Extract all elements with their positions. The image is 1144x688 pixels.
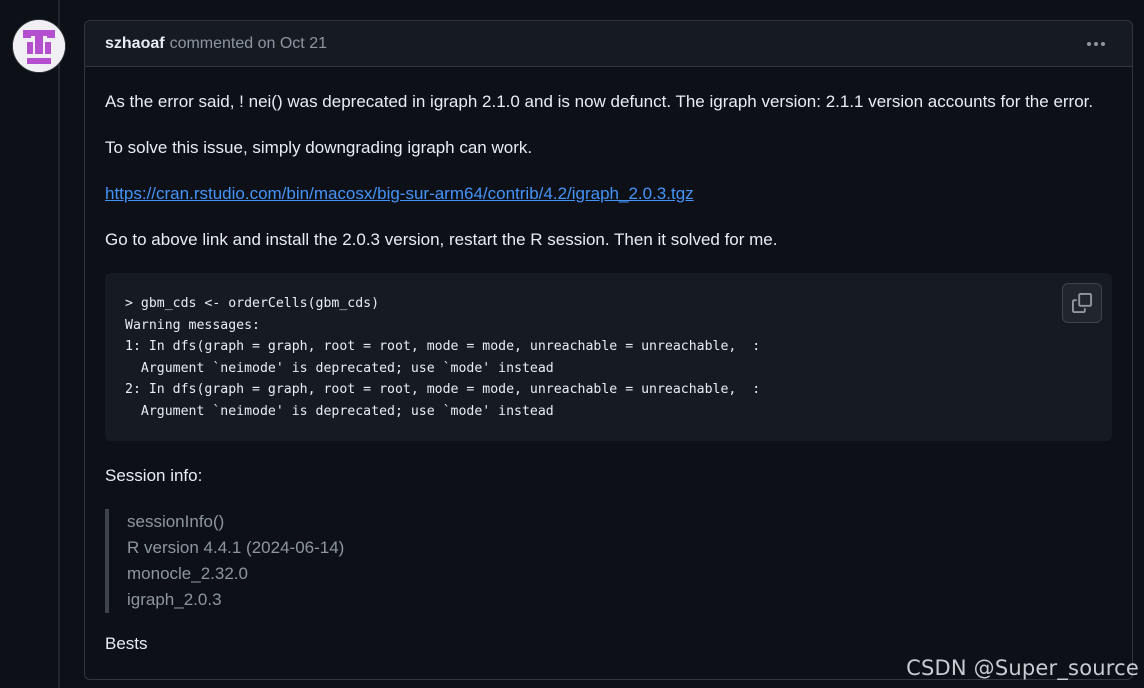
code-line: Argument `neimode' is deprecated; use `m… — [125, 403, 554, 419]
session-info-label: Session info: — [105, 466, 203, 485]
paragraph-link: https://cran.rstudio.com/bin/macosx/big-… — [105, 181, 1112, 207]
author-link[interactable]: szhaoaf — [105, 35, 165, 53]
paragraph-error: As the error said, ! nei() was deprecate… — [105, 92, 1094, 111]
code-line: 2: In dfs(graph = graph, root = root, mo… — [125, 382, 761, 398]
code-line: > gbm_cds <- orderCells(gbm_cds) — [125, 296, 380, 311]
session-info-quote: sessionInfo() R version 4.4.1 (2024-06-1… — [105, 509, 1112, 613]
identicon-avatar-icon — [13, 20, 65, 72]
avatar[interactable] — [13, 20, 65, 72]
paragraph-solution: To solve this issue, simply downgrading … — [105, 138, 533, 157]
comment-body: As the error said, ! nei() was deprecate… — [85, 67, 1132, 657]
kebab-horizontal-icon[interactable] — [1082, 31, 1110, 57]
closing-text: Bests — [105, 634, 148, 653]
watermark: CSDN @Super_source — [906, 656, 1139, 680]
code-block: > gbm_cds <- orderCells(gbm_cds) Warning… — [105, 273, 1112, 441]
code-content: > gbm_cds <- orderCells(gbm_cds) Warning… — [125, 293, 1092, 423]
copy-icon — [1072, 293, 1092, 313]
code-line: 1: In dfs(graph = graph, root = root, mo… — [125, 339, 761, 355]
code-line: Argument `neimode' is deprecated; use `m… — [125, 360, 554, 376]
comment-timestamp[interactable]: commented on Oct 21 — [170, 35, 327, 53]
session-info-line: monocle_2.32.0 — [127, 564, 248, 583]
paragraph-instructions: Go to above link and install the 2.0.3 v… — [105, 230, 778, 249]
download-link[interactable]: https://cran.rstudio.com/bin/macosx/big-… — [105, 184, 694, 203]
code-line: Warning messages: — [125, 317, 260, 333]
comment-header: szhaoaf commented on Oct 21 — [85, 21, 1132, 67]
copy-button[interactable] — [1062, 283, 1102, 323]
session-info-line: igraph_2.0.3 — [127, 590, 222, 609]
timeline-line — [58, 0, 60, 688]
comment-box: szhaoaf commented on Oct 21 As the error… — [84, 20, 1133, 680]
session-info-line: sessionInfo() — [127, 512, 225, 531]
session-info-line: R version 4.4.1 (2024-06-14) — [127, 538, 345, 557]
